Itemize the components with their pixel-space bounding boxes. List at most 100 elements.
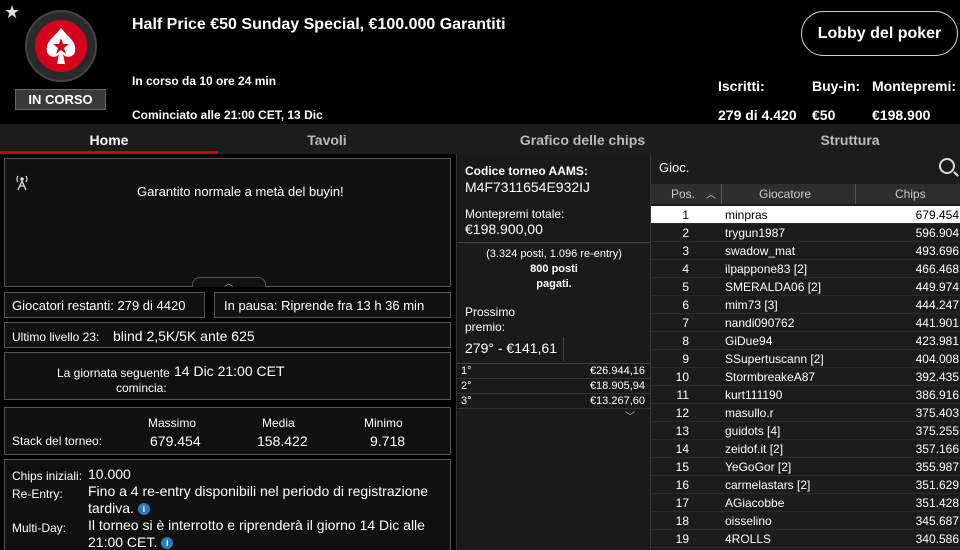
table-row[interactable]: 4 ilpappone83 [2] 466.468 [651, 260, 960, 278]
table-row[interactable]: 8 GiDue94 423.981 [651, 332, 960, 350]
prize-column: Codice torneo AAMS: M4F7311654E932IJ Mon… [456, 154, 651, 550]
player-position: 11 [676, 388, 689, 402]
player-chips: 441.901 [915, 316, 959, 330]
player-chips: 466.468 [915, 262, 959, 276]
paused-panel: In pausa: Riprende fra 13 h 36 min [214, 292, 451, 318]
player-name: trygun1987 [725, 226, 786, 240]
multiday-value: Il torneo si è interrotto e riprenderà i… [88, 517, 425, 550]
prizepool-label: Montepremi: [872, 78, 956, 94]
player-chips: 386.916 [915, 388, 959, 402]
player-search[interactable]: Gioc. [651, 154, 960, 182]
player-position: 17 [675, 496, 689, 510]
chevron-up-icon: ︿ [224, 278, 234, 288]
column-divider [721, 184, 722, 204]
next-day-panel: La giornata seguente comincia: 14 Dic 21… [4, 352, 451, 400]
table-row[interactable]: 5 SMERALDA06 [2] 449.974 [651, 278, 960, 296]
table-row[interactable]: 16 carmelastars [2] 351.629 [651, 476, 960, 494]
player-name: GiDue94 [725, 334, 773, 348]
column-position[interactable]: Pos. [671, 187, 695, 201]
table-row[interactable]: 10 StormbreakeA87 392.435 [651, 368, 960, 386]
table-row[interactable]: 19 4ROLLS 340.586 [651, 530, 960, 548]
player-name: YeGoGor [2] [725, 460, 792, 474]
stack-max-label: Massimo [148, 416, 197, 430]
expand-prizes-chevron-icon[interactable]: ﹀ [625, 408, 635, 423]
stack-max-value: 679.454 [150, 433, 201, 449]
last-level-panel: Ultimo livello 23: blind 2,5K/5K ante 62… [4, 322, 451, 348]
table-row[interactable]: 9 SSupertuscann [2] 404.008 [651, 350, 960, 368]
player-position: 7 [682, 316, 689, 330]
tab-tables[interactable]: Tavoli [218, 124, 436, 154]
tab-chip-graph[interactable]: Grafico delle chips [470, 124, 695, 154]
player-position: 15 [675, 460, 689, 474]
table-row[interactable]: 18 oisselino 345.687 [651, 512, 960, 530]
next-day-label-2: comincia: [116, 381, 167, 395]
aams-code-value: M4F7311654E932IJ [465, 179, 591, 195]
entrants-label: Iscritti: [718, 78, 765, 94]
table-row[interactable]: 7 nandi090762 441.901 [651, 314, 960, 332]
reentry-label: Re-Entry: [12, 487, 63, 501]
table-row[interactable]: 14 zeidof.it [2] 357.166 [651, 440, 960, 458]
prizepool-value: €198.900 [872, 107, 931, 123]
player-chips: 375.255 [915, 424, 959, 438]
favorite-star-icon[interactable]: ★ [4, 2, 20, 23]
players-table-header: Pos. ︿ Giocatore Chips [651, 184, 960, 204]
player-name: SSupertuscann [2] [725, 352, 824, 366]
aams-code-label: Codice torneo AAMS: [465, 164, 588, 178]
stack-avg-label: Media [262, 416, 295, 430]
tab-bar: Home Tavoli Grafico delle chips Struttur… [0, 124, 960, 154]
player-position: 8 [682, 334, 689, 348]
table-row[interactable]: 17 AGiacobbe 351.428 [651, 494, 960, 512]
player-chips: 351.629 [915, 478, 959, 492]
tab-home[interactable]: Home [0, 124, 218, 154]
broadcast-icon [16, 175, 28, 191]
running-time: In corso da 10 ore 24 min [132, 74, 277, 88]
table-row[interactable]: 13 guidots [4] 375.255 [651, 422, 960, 440]
player-chips: 493.696 [915, 244, 959, 258]
poker-lobby-button[interactable]: Lobby del poker [801, 11, 958, 56]
search-input[interactable]: Gioc. [659, 160, 689, 175]
players-left-panel: Giocatori restanti: 279 di 4420 [4, 292, 205, 318]
player-name: mim73 [3] [725, 298, 778, 312]
column-chips[interactable]: Chips [895, 187, 926, 201]
table-row[interactable]: 15 YeGoGor [2] 355.987 [651, 458, 960, 476]
column-divider [855, 184, 856, 204]
player-name: 4ROLLS [725, 532, 772, 546]
player-position: 1 [682, 208, 689, 222]
player-chips: 351.428 [915, 496, 959, 510]
player-position: 5 [682, 280, 689, 294]
player-name: oisselino [725, 514, 772, 528]
player-name: ilpappone83 [2] [725, 262, 808, 276]
collapse-handle[interactable]: ︿ [192, 277, 266, 288]
multiday-info-icon[interactable]: i [161, 537, 174, 550]
table-row[interactable]: 11 kurt111190 386.916 [651, 386, 960, 404]
table-row[interactable]: 3 swadow_mat 493.696 [651, 242, 960, 260]
player-name: guidots [4] [725, 424, 781, 438]
buyin-label: Buy-in: [812, 78, 861, 94]
next-prize-box: 279° - €141,61 [461, 337, 564, 361]
sort-chevron-up-icon[interactable]: ︿ [706, 186, 716, 201]
total-prize-label: Montepremi totale: [465, 207, 565, 221]
prize-list: 1° €26.944,16 2° €18.905,94 3° €13.267,6… [457, 364, 651, 409]
reentry-info-icon[interactable]: i [137, 503, 150, 516]
prize-position: 1° [461, 365, 472, 377]
table-row[interactable]: 6 mim73 [3] 444.247 [651, 296, 960, 314]
tab-structure[interactable]: Struttura [740, 124, 960, 154]
player-position: 9 [682, 352, 689, 366]
prize-amount: €26.944,16 [589, 365, 645, 377]
logo-red-disc [35, 20, 87, 72]
player-position: 18 [675, 514, 689, 528]
table-row[interactable]: 12 masullo.r 375.403 [651, 404, 960, 422]
table-row[interactable]: 1 minpras 679.454 [651, 206, 960, 224]
player-name: SMERALDA06 [2] [725, 280, 822, 294]
column-player[interactable]: Giocatore [759, 187, 811, 201]
next-prize-label: Prossimo [465, 305, 516, 319]
player-name: carmelastars [2] [725, 478, 811, 492]
player-position: 14 [675, 442, 689, 456]
buyin-value: €50 [812, 107, 836, 123]
multiday-label: Multi-Day: [12, 521, 67, 535]
player-chips: 340.586 [915, 532, 959, 546]
search-icon[interactable] [939, 158, 955, 174]
table-row[interactable]: 2 trygun1987 596.904 [651, 224, 960, 242]
player-chips: 423.981 [915, 334, 959, 348]
rules-panel: Chips iniziali: 10.000 Re-Entry: Fino a … [4, 459, 451, 550]
